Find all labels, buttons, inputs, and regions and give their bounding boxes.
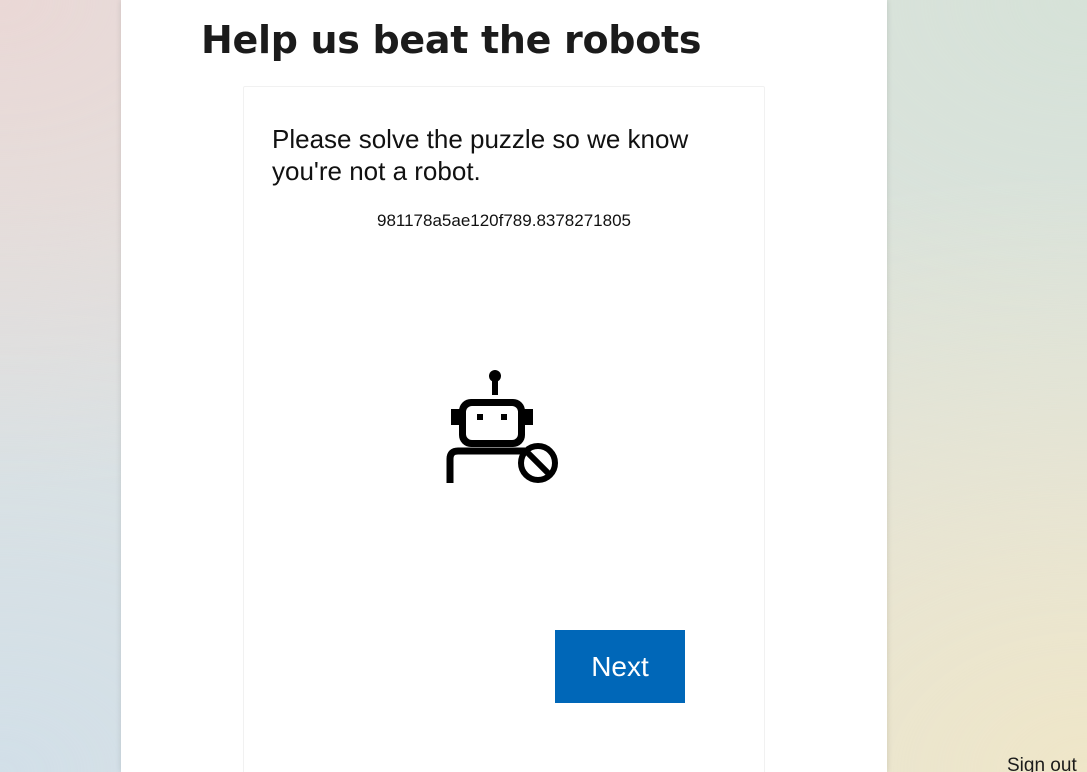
challenge-card: Please solve the puzzle so we know you'r… [243, 86, 765, 772]
page-title: Help us beat the robots [201, 18, 702, 62]
robot-blocked-icon [446, 370, 558, 483]
next-button[interactable]: Next [555, 630, 685, 703]
sign-out-link[interactable]: Sign out [1007, 755, 1077, 772]
challenge-instruction: Please solve the puzzle so we know you'r… [272, 124, 689, 186]
session-id: 981178a5ae120f789.8378271805 [376, 211, 631, 230]
main-panel: Help us beat the robots Please solve the… [121, 0, 887, 772]
